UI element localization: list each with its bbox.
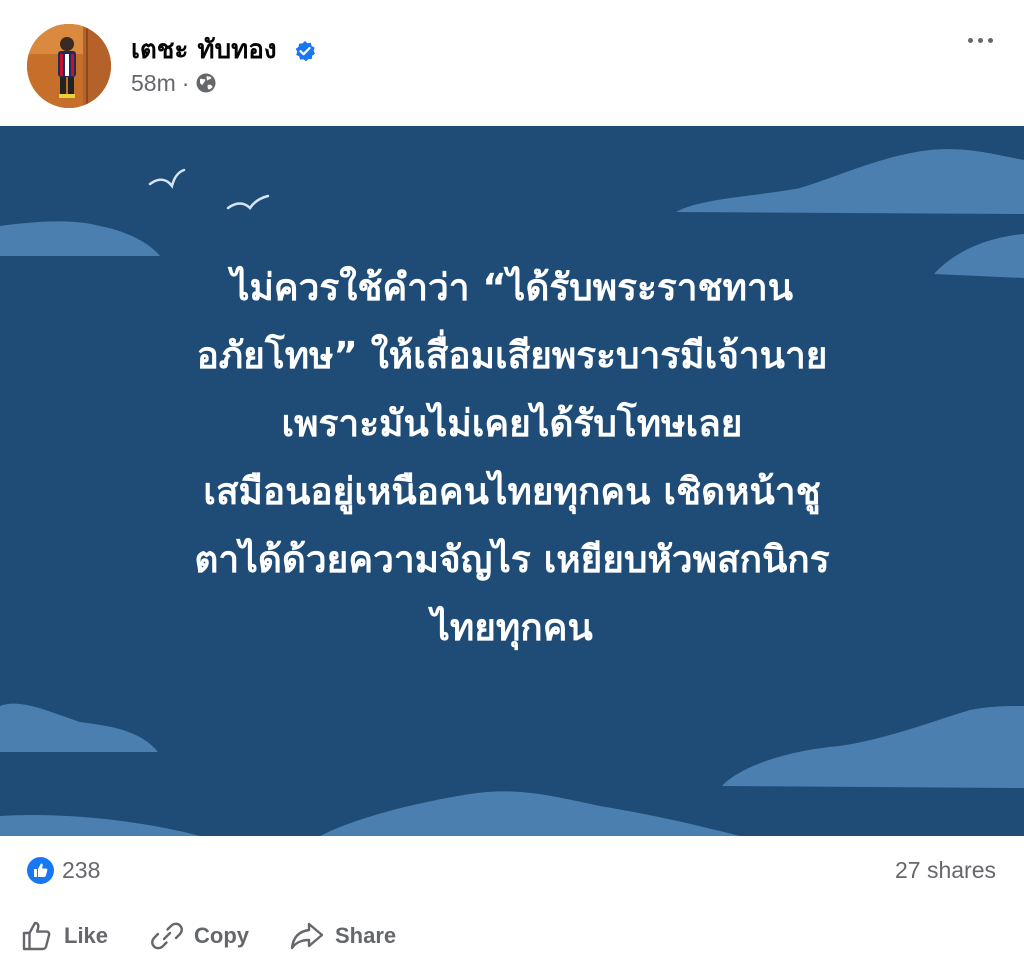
- share-label: Share: [335, 923, 397, 948]
- copy-label: Copy: [194, 923, 249, 948]
- post-text-line: เสมือนอยู่เหนือคนไทยทุกคน เชิดหน้าชู: [203, 470, 821, 513]
- like-button[interactable]: Like: [20, 918, 108, 954]
- globe-icon[interactable]: [195, 72, 217, 94]
- post-meta: 58m ·: [131, 68, 217, 98]
- shares-count[interactable]: 27 shares: [895, 854, 996, 886]
- post-text: ไม่ควรใช้คำว่า “ได้รับพระราชทาน อภัยโทษ”…: [40, 254, 984, 662]
- thumbs-up-icon: [22, 921, 51, 951]
- verified-badge-icon: [295, 41, 315, 62]
- like-reaction-icon[interactable]: [27, 857, 54, 884]
- post-text-line: ไม่ควรใช้คำว่า “ได้รับพระราชทาน: [230, 266, 794, 309]
- link-icon: [151, 922, 183, 950]
- post-background-card[interactable]: ไม่ควรใช้คำว่า “ได้รับพระราชทาน อภัยโทษ”…: [0, 126, 1024, 836]
- share-arrow-icon: [290, 922, 324, 950]
- post-action-bar: Like Copy Share: [0, 906, 1024, 966]
- post-text-line: ไทยทุกคน: [431, 606, 593, 649]
- post-header: เตชะ ทับทอง 58m ·: [0, 0, 1024, 126]
- post-timestamp[interactable]: 58m: [131, 70, 176, 97]
- more-dot: [967, 37, 973, 43]
- copy-button[interactable]: Copy: [150, 918, 249, 954]
- more-dot: [987, 37, 993, 43]
- more-options-icon[interactable]: [960, 28, 1000, 52]
- like-label: Like: [64, 923, 109, 948]
- reaction-summary: 238 27 shares: [0, 836, 1024, 906]
- post-text-line: เพราะมันไม่เคยได้รับโทษเลย: [281, 402, 743, 445]
- more-dot: [977, 37, 983, 43]
- author-name[interactable]: เตชะ ทับทอง: [131, 32, 277, 68]
- meta-separator: ·: [181, 69, 190, 96]
- post-text-line: อภัยโทษ” ให้เสื่อมเสียพระบารมีเจ้านาย: [196, 334, 828, 377]
- post-text-line: ตาได้ด้วยความจัญไร เหยียบหัวพสกนิกร: [194, 538, 830, 581]
- reaction-count[interactable]: 238: [62, 854, 100, 886]
- share-button[interactable]: Share: [289, 918, 396, 954]
- author-avatar[interactable]: [27, 24, 111, 108]
